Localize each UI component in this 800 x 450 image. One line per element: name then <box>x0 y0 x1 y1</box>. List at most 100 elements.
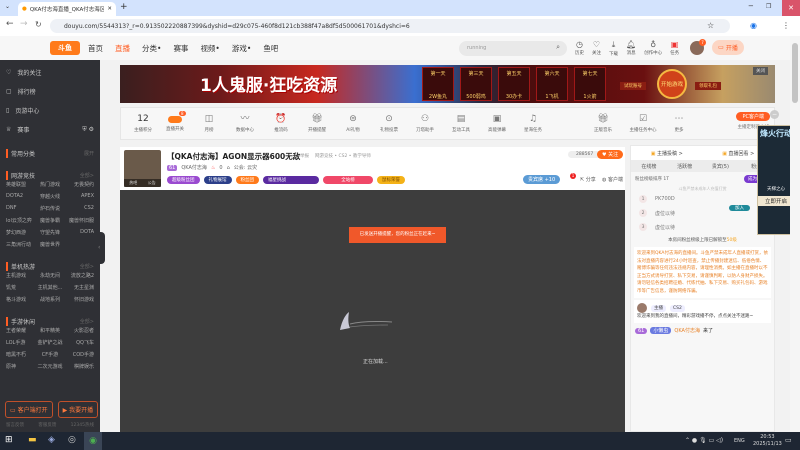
ad-close-icon[interactable]: − <box>770 110 779 119</box>
streamer-name[interactable]: QKA付志海 <box>181 164 207 171</box>
category-link[interactable]: 主机其他... <box>35 284 64 291</box>
category-link[interactable]: lol云顶之弈 <box>6 217 35 224</box>
lucky-star-pill[interactable]: 福星挑战 <box>263 176 319 184</box>
category-link[interactable]: CS2 <box>65 205 94 212</box>
category-link[interactable]: COD手游 <box>65 351 94 358</box>
page-scrollbar[interactable] <box>790 36 800 432</box>
go-live-button[interactable]: ▭ 开播 <box>712 40 744 55</box>
sidebar-item-ranking[interactable]: ▢ 排行榜 <box>0 82 100 101</box>
category-link[interactable]: 守望先锋 <box>35 229 64 236</box>
category-link[interactable]: QQ飞车 <box>65 339 94 346</box>
tool-item[interactable]: 🎁︎ 开播提醒 <box>299 114 335 133</box>
tool-item[interactable]: ⋯ 更多 <box>661 114 697 133</box>
ad-cta-button[interactable]: 立即开启 <box>758 196 794 206</box>
messages-button[interactable]: 🔔︎ 消息 <box>626 40 636 57</box>
sidebar-collapse-button[interactable]: ‹ <box>98 232 105 264</box>
report-link[interactable]: 举报 <box>300 153 309 159</box>
tab-list-icon[interactable]: ⌄ <box>5 3 10 10</box>
close-window-button[interactable]: ✕ <box>782 0 800 16</box>
tab-online[interactable]: 在线榜 <box>631 163 667 170</box>
category-link[interactable]: CF手游 <box>35 351 64 358</box>
obs-icon[interactable]: ◎ <box>68 435 76 445</box>
open-client-button[interactable]: ▭ 客户端打开 <box>5 401 53 418</box>
all-link[interactable]: 全部> <box>80 318 94 325</box>
history-button[interactable]: ◷ 历史 <box>575 40 584 57</box>
feedback-link[interactable]: 留言反馈 <box>6 422 24 428</box>
score-widget[interactable]: 12 主播积分 <box>127 114 159 133</box>
pc-client-button[interactable]: PC客户端 <box>736 112 770 121</box>
tool-item[interactable]: ▣ 高能弹幕 <box>479 114 515 133</box>
team-logo-icon[interactable]: ⛨ ⚙ <box>82 126 94 134</box>
banner-close-button[interactable]: 关闭 <box>753 67 768 75</box>
user-name[interactable]: QKA付志海 <box>674 327 700 334</box>
chrome-icon[interactable]: ◉ <box>84 432 102 450</box>
category-link[interactable]: 战地系列 <box>35 296 64 303</box>
category-link[interactable]: 暗黑不朽 <box>6 351 35 358</box>
gift-hall-pill[interactable]: 礼物展馆 <box>203 176 232 184</box>
forward-icon[interactable]: → <box>20 19 28 29</box>
tool-item[interactable]: ♫ 星海任务 <box>515 114 551 133</box>
browser-tab[interactable]: ● QKA付志海直播_QKA付志海区 ✕ <box>18 2 116 16</box>
streamer-posts-link[interactable]: ▣ 主播投稿 > <box>651 150 683 157</box>
back-icon[interactable]: ← <box>6 19 14 29</box>
nav-games[interactable]: 游戏• <box>232 43 251 54</box>
restore-button[interactable]: ❐ <box>766 3 771 10</box>
clock[interactable]: 20:53 2025/11/13 <box>753 434 782 448</box>
windows-start-icon[interactable]: ⊞ <box>5 435 13 445</box>
ad-banner[interactable]: 1人鬼服·狂吃资源 第一天 2W鱼丸 第三天 500弱鸡 第五天 30办卡 第六天 1飞机 第七… <box>120 65 775 103</box>
all-link[interactable]: 全部> <box>80 263 94 270</box>
category-link[interactable]: 穿越火线 <box>35 193 64 200</box>
mouse-honor-pill[interactable]: 鼠标荣誉 <box>377 176 405 184</box>
douyu-logo[interactable]: 斗鱼 <box>50 41 80 55</box>
start-live-button[interactable]: ▶ 我要开播 <box>57 401 99 418</box>
nav-yuba[interactable]: 鱼吧 <box>263 43 278 54</box>
category-link[interactable]: 魔兽争霸 <box>35 217 64 224</box>
share-button[interactable]: ⇱ 分享 <box>580 176 596 183</box>
tray-icons[interactable]: ⌃ ● 🎙︎ ▭ ◁) <box>685 437 723 444</box>
category-link[interactable]: 主机游戏 <box>6 272 35 279</box>
tool-item[interactable]: ⚇ 刀塔助手 <box>407 114 443 133</box>
menu-icon[interactable]: ⋮ <box>782 21 790 30</box>
search-icon[interactable]: ⌕ <box>556 43 560 52</box>
steam-icon[interactable]: ◈ <box>48 435 55 445</box>
new-tab-button[interactable]: + <box>120 2 128 12</box>
category-link[interactable]: 无畏契约 <box>65 181 94 188</box>
vip-seat-button[interactable]: 贵宾席 +10 <box>523 175 561 184</box>
category-link[interactable]: 王者荣耀 <box>6 327 35 334</box>
category-link[interactable]: 炉石传说 <box>35 205 64 212</box>
category-link[interactable]: 梦幻西游 <box>6 229 35 236</box>
tab-vip[interactable]: 贵宾(5) <box>703 163 739 170</box>
tab-active[interactable]: 活跃榜 <box>667 163 703 170</box>
join-button[interactable]: 加入 <box>729 205 750 211</box>
bookmark-star-icon[interactable]: ☆ <box>707 21 714 30</box>
sidebar-item-following[interactable]: ♡ 我的关注 <box>0 63 100 82</box>
category-link[interactable]: 二次元游戏 <box>35 363 64 370</box>
tool-item[interactable]: ▤ 互动工具 <box>443 114 479 133</box>
tool-item[interactable]: 🎁︎ 正版音乐 <box>581 114 625 133</box>
yuba-tag[interactable]: 热吧 <box>129 180 137 186</box>
minimize-button[interactable]: − <box>748 2 754 10</box>
follow-button[interactable]: ♥ 关注 <box>597 150 624 159</box>
streamer-avatar[interactable]: 热吧 公告 <box>124 150 161 187</box>
rank-row[interactable]: 3 虚位以待 <box>631 220 774 234</box>
sidebar-item-webgames[interactable]: ▯ 页游中心 <box>0 101 100 120</box>
category-link[interactable]: 金铲铲之战 <box>35 339 64 346</box>
category-link[interactable]: APEX <box>65 193 94 200</box>
tool-item[interactable]: 〰数据中心 <box>227 114 263 133</box>
creator-center-button[interactable]: ♁ 创作中心 <box>644 40 662 57</box>
service-link[interactable]: 客服反馈 <box>38 422 56 428</box>
category-link[interactable]: 永劫无间 <box>35 272 64 279</box>
category-link[interactable]: LOL手游 <box>6 339 35 346</box>
file-explorer-icon[interactable]: ▬ <box>28 435 37 445</box>
category-link[interactable]: 怀旧游戏 <box>65 296 94 303</box>
category-link[interactable] <box>65 241 94 248</box>
category-link[interactable]: 英雄联盟 <box>6 181 35 188</box>
tool-item[interactable]: ⊜ AI礼物 <box>335 114 371 133</box>
tool-item[interactable]: ⊙ 礼物投票 <box>371 114 407 133</box>
category-link[interactable]: 饥荒 <box>6 284 35 291</box>
tool-item[interactable]: ⏰ 推流码 <box>263 114 299 133</box>
site-rank-pill[interactable]: 全站榜 <box>323 176 373 184</box>
trial-account-button[interactable]: 试玩账号 <box>620 82 646 90</box>
tab-close-icon[interactable]: ✕ <box>107 6 112 12</box>
category-link[interactable]: 格斗游戏 <box>6 296 35 303</box>
